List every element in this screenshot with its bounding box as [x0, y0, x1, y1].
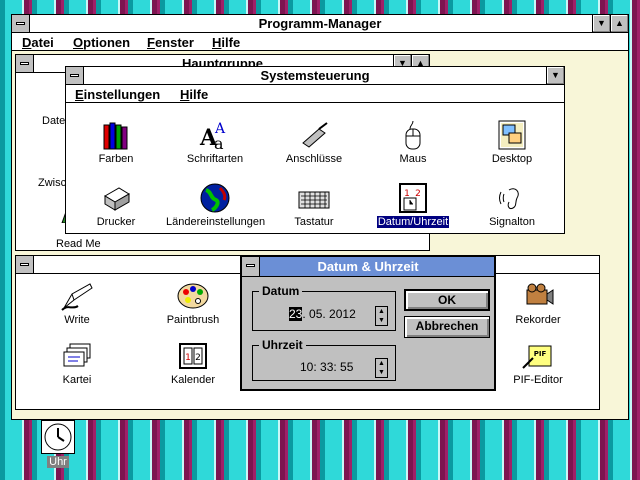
app-paintbrush-label: Paintbrush [166, 314, 220, 326]
datetime-dialog-title: Datum & Uhrzeit [317, 259, 419, 274]
menu-datei[interactable]: Datei [22, 35, 54, 50]
datum-group: Datum 23. 05. 2012 ▲ ▼ [252, 284, 396, 331]
keyboard-icon [297, 182, 331, 214]
datetime-dialog: Datum & Uhrzeit Datum 23. 05. 2012 ▲ ▼ U… [240, 255, 496, 391]
cp-schriftarten-label: Schriftarten [186, 153, 244, 165]
mouse-icon [396, 119, 430, 151]
fonts-icon: AAa [198, 119, 232, 153]
app-write-label: Write [64, 314, 90, 326]
kalender-icon: 12 [176, 340, 210, 372]
cp-signalton-label: Signalton [489, 216, 535, 228]
cancel-button[interactable]: Abbrechen [404, 316, 490, 338]
cp-desktop[interactable]: Desktop [462, 119, 562, 165]
ok-button[interactable]: OK [404, 289, 490, 311]
program-manager-menubar: Datei Optionen Fenster Hilfe [12, 33, 628, 51]
pif-editor-icon: PIF [521, 340, 555, 372]
uhrzeit-up-arrow-icon[interactable]: ▲ [376, 359, 387, 368]
hauptgruppe-item-readme[interactable]: Read Me [56, 238, 101, 250]
cp-desktop-label: Desktop [491, 153, 533, 165]
program-manager-titlebar[interactable]: Programm-Manager ▼ ▲ [12, 15, 628, 33]
cp-anschluesse-label: Anschlüsse [285, 153, 343, 165]
app-kartei[interactable]: Kartei [27, 340, 127, 386]
desktop-clock[interactable]: Uhr [41, 420, 77, 476]
program-manager-title: Programm-Manager [258, 16, 382, 31]
app-kalender[interactable]: 12 Kalender [143, 340, 243, 386]
datetime-icon: 12 [396, 182, 430, 214]
desktop-icon [495, 119, 529, 151]
ports-icon [297, 119, 331, 151]
app-rekorder-label: Rekorder [515, 314, 561, 326]
datetime-dialog-titlebar[interactable]: Datum & Uhrzeit [242, 257, 494, 277]
systemsteuerung-menubar: Einstellungen Hilfe [66, 85, 564, 103]
printer-icon [99, 182, 133, 214]
crayons-icon [99, 119, 133, 151]
cp-laendereinstellungen-label: Ländereinstellungen [166, 216, 266, 228]
menu-optionen[interactable]: Optionen [73, 35, 130, 50]
cp-datum-uhrzeit-label: Datum/Uhrzeit [376, 216, 450, 228]
datum-rest: . 05. 2012 [302, 307, 356, 321]
app-kartei-label: Kartei [62, 374, 92, 386]
app-pif-editor[interactable]: PIF PIF-Editor [488, 340, 588, 386]
uhrzeit-value: 10: 33: 55 [300, 360, 354, 374]
kartei-icon [60, 340, 94, 372]
systemsteuerung-window: Systemsteuerung ▼ Einstellungen Hilfe Fa… [65, 66, 565, 234]
datum-field[interactable]: 23. 05. 2012 [255, 305, 373, 325]
cp-schriftarten[interactable]: AAa Schriftarten [165, 119, 265, 165]
maximize-button[interactable]: ▲ [610, 15, 628, 32]
cp-maus[interactable]: Maus [363, 119, 463, 165]
systemsteuerung-minimize-button[interactable]: ▼ [546, 67, 564, 84]
cp-anschluesse[interactable]: Anschlüsse [264, 119, 364, 165]
datum-label: Datum [259, 284, 303, 298]
svg-text:a: a [214, 134, 224, 151]
cp-maus-label: Maus [399, 153, 427, 165]
app-pif-editor-label: PIF-Editor [513, 374, 563, 386]
app-kalender-label: Kalender [170, 374, 216, 386]
datum-spinner[interactable]: ▲ ▼ [375, 306, 388, 326]
clock-icon [41, 420, 75, 454]
svg-text:1: 1 [185, 353, 191, 363]
sound-icon [495, 182, 529, 214]
cp-tastatur-label: Tastatur [294, 216, 334, 228]
uhrzeit-field[interactable]: 10: 33: 55 [255, 358, 373, 378]
hauptgruppe-item-datei[interactable]: Datei [42, 115, 68, 127]
cp-drucker[interactable]: Drucker [66, 182, 166, 228]
cp-farben-label: Farben [98, 153, 134, 165]
cp-laendereinstellungen[interactable]: Ländereinstellungen [165, 182, 265, 228]
app-paintbrush[interactable]: Paintbrush [143, 280, 243, 326]
hauptgruppe-item-zwisc[interactable]: Zwisc [38, 177, 66, 189]
datum-down-arrow-icon[interactable]: ▼ [376, 316, 387, 325]
desktop-clock-label: Uhr [47, 456, 69, 468]
cp-tastatur[interactable]: Tastatur [264, 182, 364, 228]
app-write[interactable]: Write [27, 280, 127, 326]
app-rekorder[interactable]: Rekorder [488, 280, 588, 326]
uhrzeit-down-arrow-icon[interactable]: ▼ [376, 368, 387, 377]
svg-text:PIF: PIF [534, 350, 547, 358]
systemsteuerung-titlebar[interactable]: Systemsteuerung ▼ [66, 67, 564, 85]
menu-cp-hilfe[interactable]: Hilfe [180, 87, 208, 102]
svg-text:2: 2 [195, 353, 201, 363]
minimize-button[interactable]: ▼ [592, 15, 610, 32]
menu-fenster[interactable]: Fenster [147, 35, 194, 50]
cp-farben[interactable]: Farben [66, 119, 166, 165]
zubehoer-system-menu-button[interactable] [16, 256, 34, 273]
systemsteuerung-title: Systemsteuerung [260, 68, 370, 83]
cp-drucker-label: Drucker [96, 216, 136, 228]
cp-signalton[interactable]: Signalton [462, 182, 562, 228]
rekorder-icon [521, 280, 555, 312]
globe-icon [198, 182, 232, 214]
menu-einstellungen[interactable]: Einstellungen [75, 87, 160, 102]
cp-datum-uhrzeit[interactable]: 12 Datum/Uhrzeit [363, 182, 463, 228]
uhrzeit-label: Uhrzeit [259, 338, 306, 352]
menu-hilfe[interactable]: Hilfe [212, 35, 240, 50]
datum-up-arrow-icon[interactable]: ▲ [376, 307, 387, 316]
uhrzeit-spinner[interactable]: ▲ ▼ [375, 358, 388, 378]
datum-day-selected[interactable]: 23 [289, 307, 303, 321]
paintbrush-icon [176, 280, 210, 312]
write-icon [60, 280, 94, 312]
uhrzeit-group: Uhrzeit 10: 33: 55 ▲ ▼ [252, 338, 396, 381]
